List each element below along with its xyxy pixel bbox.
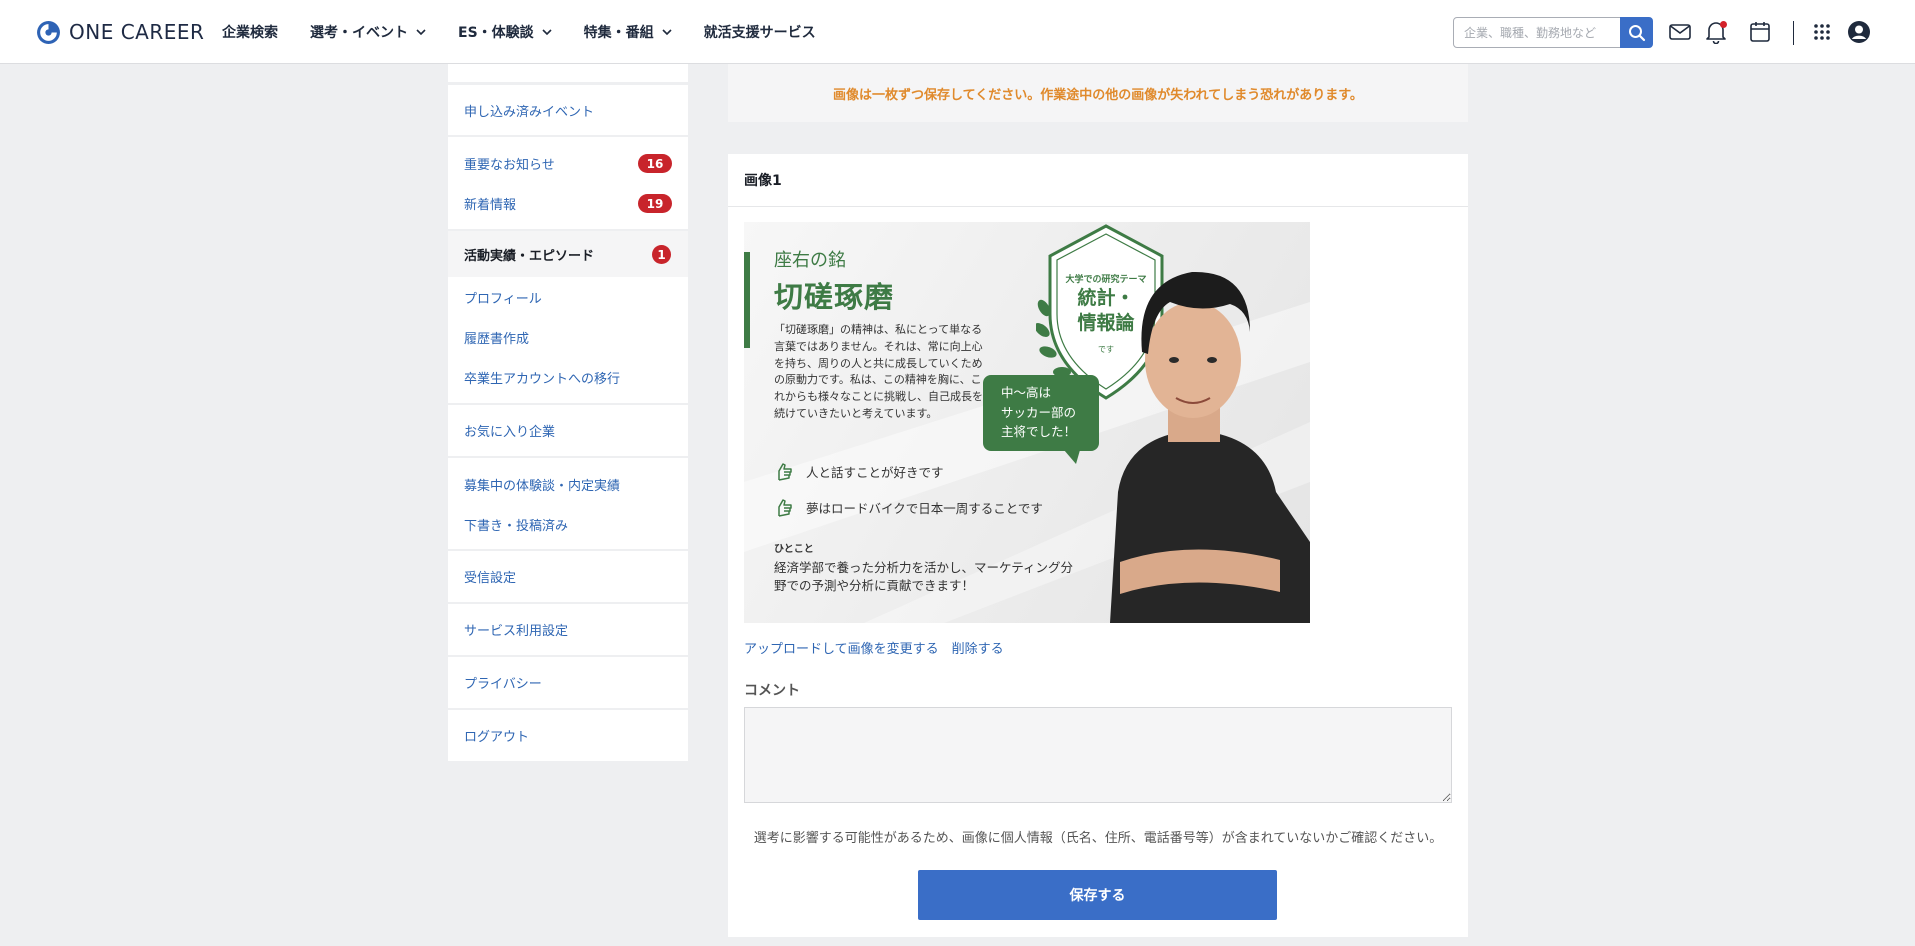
hitokoto-text: 経済学部で養った分析力を活かし、マーケティング分野での予測や分析に貢献できます！ — [774, 560, 1074, 593]
nav-label: 企業検索 — [222, 25, 278, 41]
upload-change-link[interactable]: アップロードして画像を変更する — [744, 638, 939, 657]
search-input[interactable] — [1453, 17, 1622, 48]
motto-label: 座右の銘 — [774, 250, 846, 271]
sidebar-item-label: プロフィール — [464, 291, 542, 307]
nav-label: 就活支援サービス — [703, 25, 816, 41]
sidebar-group-events: 申し込み済みイベント — [448, 85, 688, 135]
header-divider — [1793, 21, 1794, 45]
motto-description: 「切磋琢磨」の精神は、私にとって単なる言葉ではありません。それは、常に向上心を持… — [774, 323, 983, 420]
sidebar-group-posts: 募集中の体験談・内定実績 下書き・投稿済み — [448, 458, 688, 549]
uploaded-image: 座右の銘 切磋琢磨 「切磋琢磨」の精神は、私にとって単なる言葉ではありません。そ… — [744, 222, 1310, 623]
chevron-down-icon — [662, 29, 672, 36]
speech-bubble-tail — [1064, 450, 1080, 464]
sidebar-item-new-info[interactable]: 新着情報 19 — [448, 183, 688, 223]
sidebar-item-favorite-companies[interactable]: お気に入り企業 — [448, 405, 688, 456]
chevron-down-icon — [542, 29, 552, 36]
nav-label: 特集・番組 — [583, 25, 654, 41]
hitokoto-label: ひとこと — [774, 544, 814, 555]
apps-grid-icon[interactable] — [1810, 20, 1834, 44]
sidebar-item-label: 申し込み済みイベント — [464, 104, 595, 120]
sidebar-item-label: 受信設定 — [464, 571, 517, 586]
bell-icon[interactable] — [1704, 20, 1728, 44]
notification-dot — [1720, 21, 1727, 28]
onecareer-logo-icon — [37, 20, 60, 44]
sidebar-group-top — [448, 64, 688, 82]
sidebar-item-label: 活動実績・エピソード — [464, 248, 595, 264]
sidebar-group-settings: 受信設定 — [448, 551, 688, 602]
like-text: 夢はロードバイクで日本一周することです — [806, 500, 1043, 516]
speech-bubble: 中〜高は サッカー部の 主将でした！ — [983, 375, 1099, 451]
privacy-note: 選考に影響する可能性があるため、画像に個人情報（氏名、住所、電話番号等）が含まれ… — [753, 831, 1443, 846]
sidebar-item-label: サービス利用設定 — [464, 624, 569, 639]
sidebar-item-important-notices[interactable]: 重要なお知らせ 16 — [448, 143, 688, 183]
logo-text: ONE CAREER — [69, 20, 205, 44]
nav-company-search[interactable]: 企業検索 — [222, 22, 278, 42]
count-badge: 16 — [638, 154, 672, 173]
nav-es-experiences[interactable]: ES・体験談 — [458, 22, 552, 42]
nav-career-support[interactable]: 就活支援サービス — [704, 22, 816, 42]
sidebar: 申し込み済みイベント 重要なお知らせ 16 新着情報 19 活動実績・エピソード… — [448, 64, 688, 763]
sidebar-item-activities-episodes[interactable]: 活動実績・エピソード 1 — [448, 231, 688, 277]
search-icon — [1628, 24, 1645, 41]
bubble-line: サッカー部の — [1001, 404, 1077, 420]
comment-textarea[interactable] — [744, 707, 1452, 803]
bubble-line: 中〜高は — [1001, 385, 1052, 400]
sidebar-item-label: プライバシー — [464, 677, 542, 692]
comment-label: コメント — [744, 683, 800, 699]
sidebar-item-label: 卒業生アカウントへの移行 — [464, 371, 621, 387]
sidebar-group-notices: 重要なお知らせ 16 新着情報 19 — [448, 137, 688, 229]
like-item: 夢はロードバイクで日本一周することです — [774, 496, 1043, 518]
sidebar-item-label: 履歴書作成 — [464, 331, 530, 347]
save-button[interactable]: 保存する — [918, 870, 1277, 920]
sidebar-item-label: 募集中の体験談・内定実績 — [464, 478, 621, 494]
account-icon[interactable] — [1847, 20, 1871, 44]
sidebar-group-logout: ログアウト — [448, 710, 688, 761]
sidebar-group-favorites: お気に入り企業 — [448, 405, 688, 456]
sidebar-group-service: サービス利用設定 — [448, 604, 688, 655]
person-photo — [1110, 271, 1310, 623]
sidebar-group-profile: 活動実績・エピソード 1 プロフィール 履歴書作成 卒業生アカウントへの移行 — [448, 231, 688, 403]
hand-icon — [778, 499, 792, 517]
sidebar-item-label: お気に入り企業 — [464, 425, 556, 440]
top-header: ONE CAREER 企業検索 選考・イベント ES・体験談 特集・番組 就活支… — [0, 0, 1915, 64]
sidebar-item-label: ログアウト — [464, 730, 530, 745]
image-actions: アップロードして画像を変更する 削除する — [744, 638, 1017, 657]
hand-icon — [778, 463, 792, 481]
chevron-down-icon — [416, 29, 426, 36]
nav-features-programs[interactable]: 特集・番組 — [584, 22, 672, 42]
bubble-line: 主将でした！ — [1001, 424, 1077, 439]
card-title: 画像1 — [728, 154, 1468, 207]
mail-icon[interactable] — [1668, 20, 1692, 44]
search-button[interactable] — [1620, 17, 1653, 48]
sidebar-item-alumni-migration[interactable]: 卒業生アカウントへの移行 — [448, 357, 688, 397]
like-item: 人と話すことが好きです — [774, 460, 944, 482]
sidebar-item-open-experiences[interactable]: 募集中の体験談・内定実績 — [448, 464, 688, 504]
nav-selection-events[interactable]: 選考・イベント — [310, 22, 426, 42]
sidebar-item-service-settings[interactable]: サービス利用設定 — [448, 604, 688, 655]
like-text: 人と話すことが好きです — [806, 464, 944, 480]
sidebar-item-privacy[interactable]: プライバシー — [448, 657, 688, 708]
nav-label: 選考・イベント — [310, 25, 408, 41]
main-nav: 企業検索 選考・イベント ES・体験談 特集・番組 就活支援サービス — [222, 0, 848, 64]
sidebar-group-privacy: プライバシー — [448, 657, 688, 708]
image-card: 画像1 座右の銘 切磋琢磨 「切磋琢磨」の精神は、私にとって単なる言葉ではありま… — [728, 154, 1468, 937]
sidebar-item-label: 新着情報 — [464, 197, 517, 213]
count-badge: 1 — [652, 245, 671, 264]
sidebar-item-drafts-posted[interactable]: 下書き・投稿済み — [448, 504, 688, 544]
motto-text: 切磋琢磨 — [774, 280, 895, 314]
sidebar-item-applied-events[interactable]: 申し込み済みイベント — [448, 85, 688, 135]
sidebar-item-label: 重要なお知らせ — [464, 157, 555, 173]
save-warning-notice: 画像は一枚ずつ保存してください。作業途中の他の画像が失われてしまう恐れがあります… — [728, 64, 1468, 122]
count-badge: 19 — [638, 194, 672, 213]
sidebar-item-resume[interactable]: 履歴書作成 — [448, 317, 688, 357]
sidebar-item-profile[interactable]: プロフィール — [448, 277, 688, 317]
logo[interactable]: ONE CAREER — [36, 20, 204, 44]
accent-bar — [744, 252, 750, 348]
sidebar-item-notification-settings[interactable]: 受信設定 — [448, 551, 688, 602]
delete-link[interactable]: 削除する — [952, 638, 1004, 657]
nav-label: ES・体験談 — [458, 25, 534, 41]
sidebar-item-logout[interactable]: ログアウト — [448, 710, 688, 761]
sidebar-item-label: 下書き・投稿済み — [464, 518, 569, 534]
calendar-icon[interactable] — [1748, 20, 1772, 44]
